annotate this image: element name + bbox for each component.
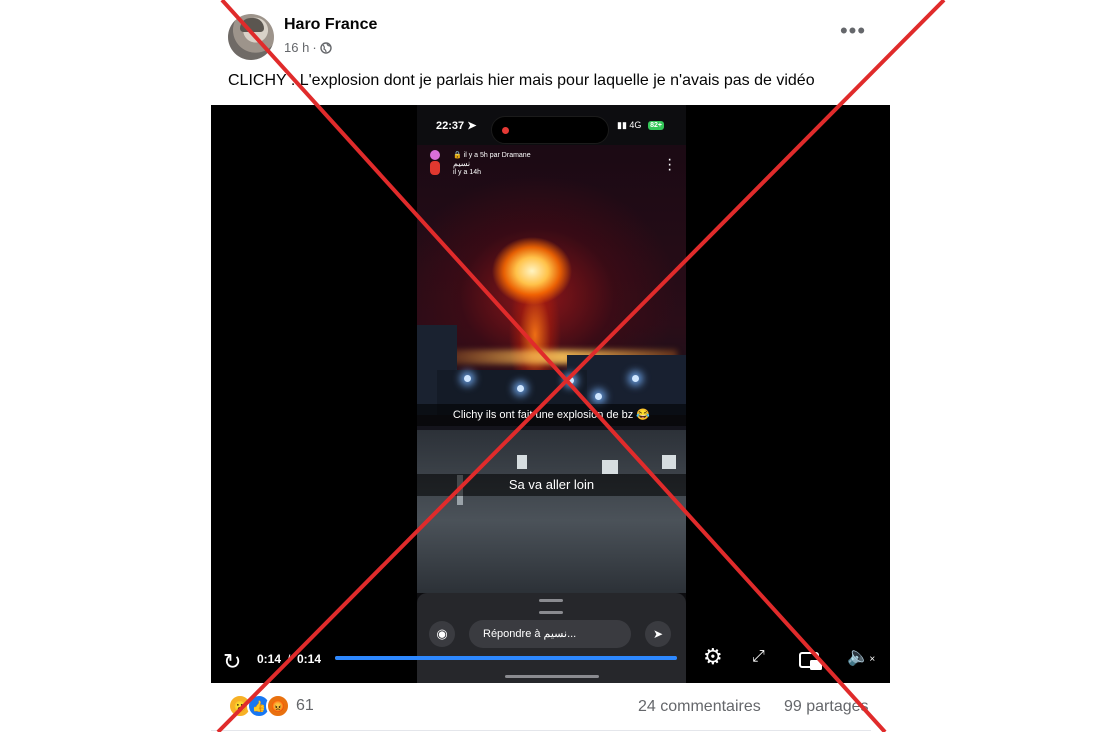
location-arrow-icon: ➤ (467, 120, 477, 132)
post-meta: 16 h · (284, 40, 332, 55)
story-frame: Clichy ils ont fait une explosion de bz … (417, 145, 686, 593)
recording-dot-icon (502, 127, 509, 134)
reactions-summary[interactable]: 😮 👍 😡 61 (228, 694, 314, 718)
post-caption: CLICHY : L'explosion dont je parlais hie… (228, 72, 815, 89)
pip-icon[interactable] (798, 649, 824, 673)
post-time[interactable]: 16 h (284, 40, 309, 55)
author-avatar[interactable] (228, 14, 274, 60)
divider (211, 730, 871, 731)
duration: 0:14 (297, 652, 322, 666)
story-username: نسيم (453, 159, 471, 168)
story-age: il y a 14h (453, 169, 482, 176)
network-indicator: ▮▮ 4G (617, 120, 642, 130)
globe-icon (319, 41, 332, 54)
author-name[interactable]: Haro France (284, 16, 377, 34)
sheet-handle (539, 599, 563, 602)
more-options-button[interactable]: ••• (836, 20, 870, 48)
meta-separator: · (312, 40, 317, 55)
sheet-handle-2 (539, 611, 563, 614)
story-menu-icon: · · · (667, 151, 673, 178)
current-time: 0:14 (257, 652, 282, 666)
time-separator: / (287, 652, 291, 666)
status-time: 22:37 ➤ (436, 120, 477, 132)
bitmoji-avatar-icon (430, 150, 440, 175)
fullscreen-icon[interactable]: ⤢ (752, 648, 778, 672)
phone-status-bar: 22:37 ➤ ▮▮ 4G 82+ (417, 113, 686, 144)
replay-icon[interactable]: ↻ (223, 649, 241, 675)
signal-icon: ▮▮ (617, 120, 627, 130)
story-meta: 🔒 il y a 5h par Dramane (453, 152, 531, 159)
shares-link[interactable]: 99 partages (784, 698, 869, 716)
progress-fill (335, 656, 677, 660)
dynamic-island (491, 116, 609, 144)
phone-screen-recording: 22:37 ➤ ▮▮ 4G 82+ Clichy ils ont fait un… (417, 105, 686, 683)
reaction-count: 61 (296, 697, 314, 714)
comments-link[interactable]: 24 commentaires (638, 698, 761, 716)
mute-icon[interactable]: 🔈× (847, 646, 877, 674)
story-caption-2: Sa va aller loin (417, 474, 686, 496)
settings-icon[interactable]: ⚙ (703, 644, 731, 674)
angry-reaction-icon: 😡 (266, 694, 290, 718)
progress-bar[interactable] (335, 656, 677, 660)
player-controls: ↻ 0:14 / 0:14 ⚙ ⤢ 🔈× (211, 641, 890, 677)
story-caption-1: Clichy ils ont fait une explosion de bz … (417, 404, 686, 426)
battery-indicator: 82+ (648, 121, 664, 130)
video-player[interactable]: 22:37 ➤ ▮▮ 4G 82+ Clichy ils ont fait un… (211, 105, 890, 683)
